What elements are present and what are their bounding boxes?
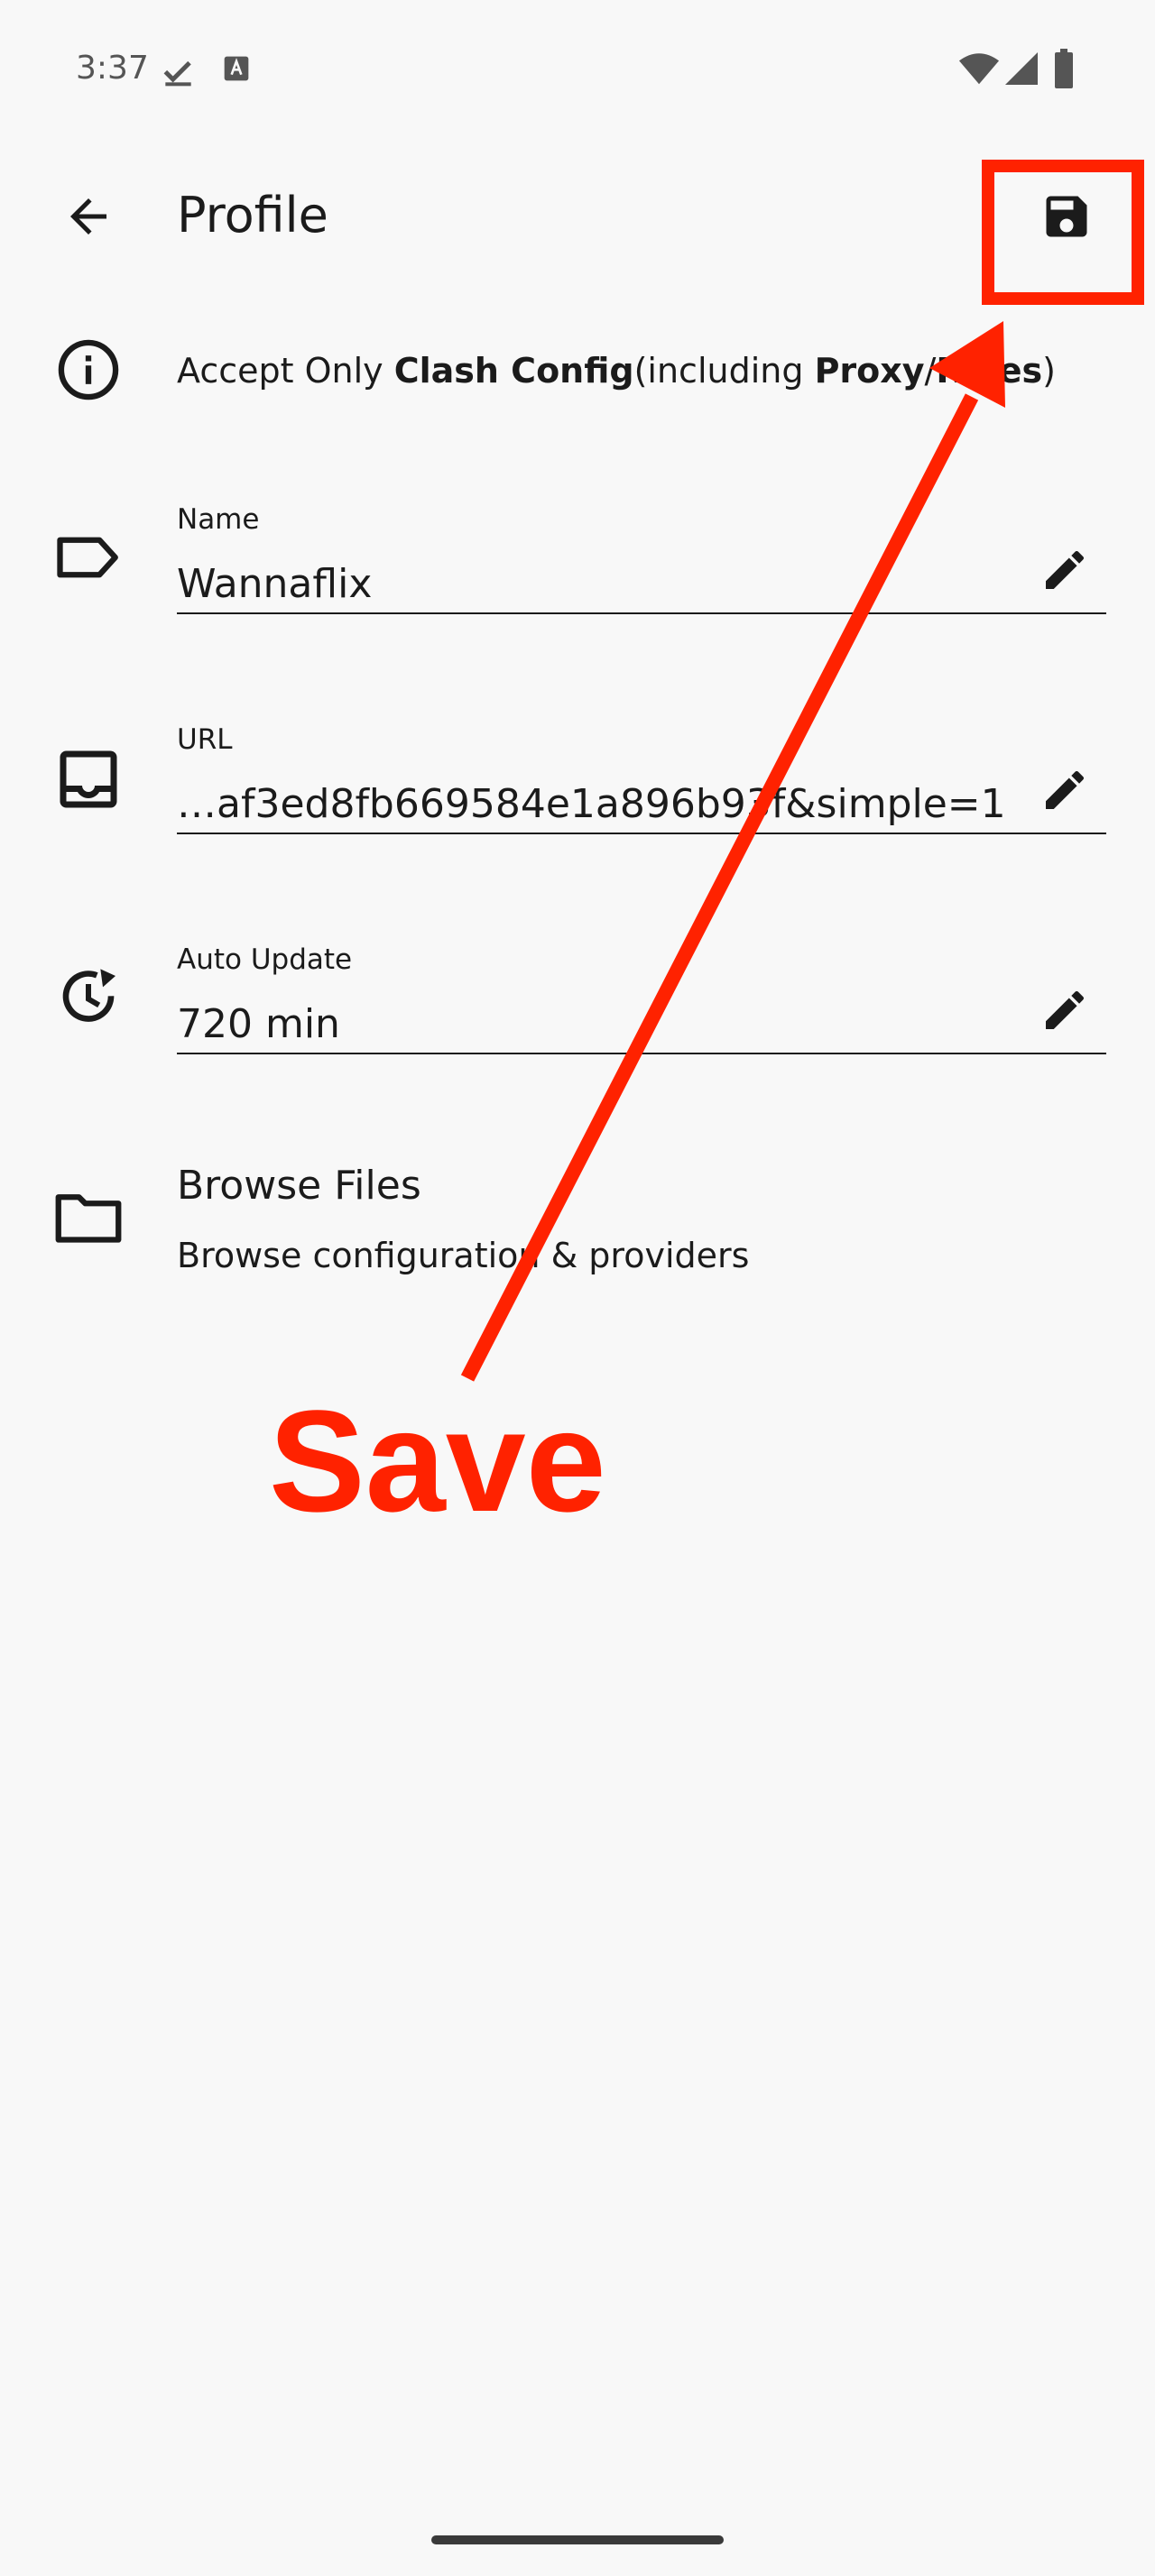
home-indicator[interactable]: [431, 2535, 724, 2544]
back-button[interactable]: [61, 189, 116, 244]
edit-name-icon[interactable]: [1040, 545, 1090, 595]
info-proxy: Proxy: [814, 351, 925, 391]
edit-url-icon[interactable]: [1040, 765, 1090, 815]
text-notification-icon: [224, 56, 249, 81]
name-underline: [177, 612, 1106, 614]
info-clash-config: Clash Config: [393, 351, 634, 391]
cell-signal-icon: [1005, 52, 1038, 85]
inbox-icon: [60, 750, 117, 808]
auto-update-underline: [177, 1053, 1106, 1054]
label-icon: [57, 537, 118, 578]
name-label: Name: [177, 503, 260, 536]
save-highlight-box: [982, 160, 1144, 305]
info-icon: [58, 339, 119, 400]
update-icon: [62, 969, 116, 1022]
edit-auto-update-icon[interactable]: [1040, 985, 1090, 1035]
check-notification-icon: [163, 60, 191, 87]
browse-files-title[interactable]: Browse Files: [177, 1160, 421, 1212]
url-underline: [177, 833, 1106, 834]
wifi-icon: [958, 53, 1000, 85]
info-prefix: Accept Only: [177, 351, 394, 391]
info-middle: (including: [633, 351, 815, 391]
auto-update-label: Auto Update: [177, 943, 353, 976]
name-field[interactable]: Wannaflix: [177, 559, 1007, 610]
save-annotation-text: Save: [269, 1380, 606, 1541]
battery-icon: [1055, 49, 1073, 88]
auto-update-field[interactable]: 720 min: [177, 999, 1007, 1050]
info-separator: /: [924, 351, 937, 391]
browse-files-subtitle: Browse configuration & providers: [177, 1236, 750, 1275]
info-rules: Rules: [936, 351, 1043, 391]
page-title: Profile: [177, 187, 328, 244]
url-field[interactable]: …af3ed8fb669584e1a896b93f&simple=1: [177, 779, 1007, 830]
info-suffix: ): [1042, 351, 1056, 391]
folder-icon: [55, 1194, 122, 1243]
url-label: URL: [177, 723, 233, 756]
status-time: 3:37: [76, 50, 149, 87]
info-message: Accept Only Clash Config(including Proxy…: [177, 346, 1056, 395]
